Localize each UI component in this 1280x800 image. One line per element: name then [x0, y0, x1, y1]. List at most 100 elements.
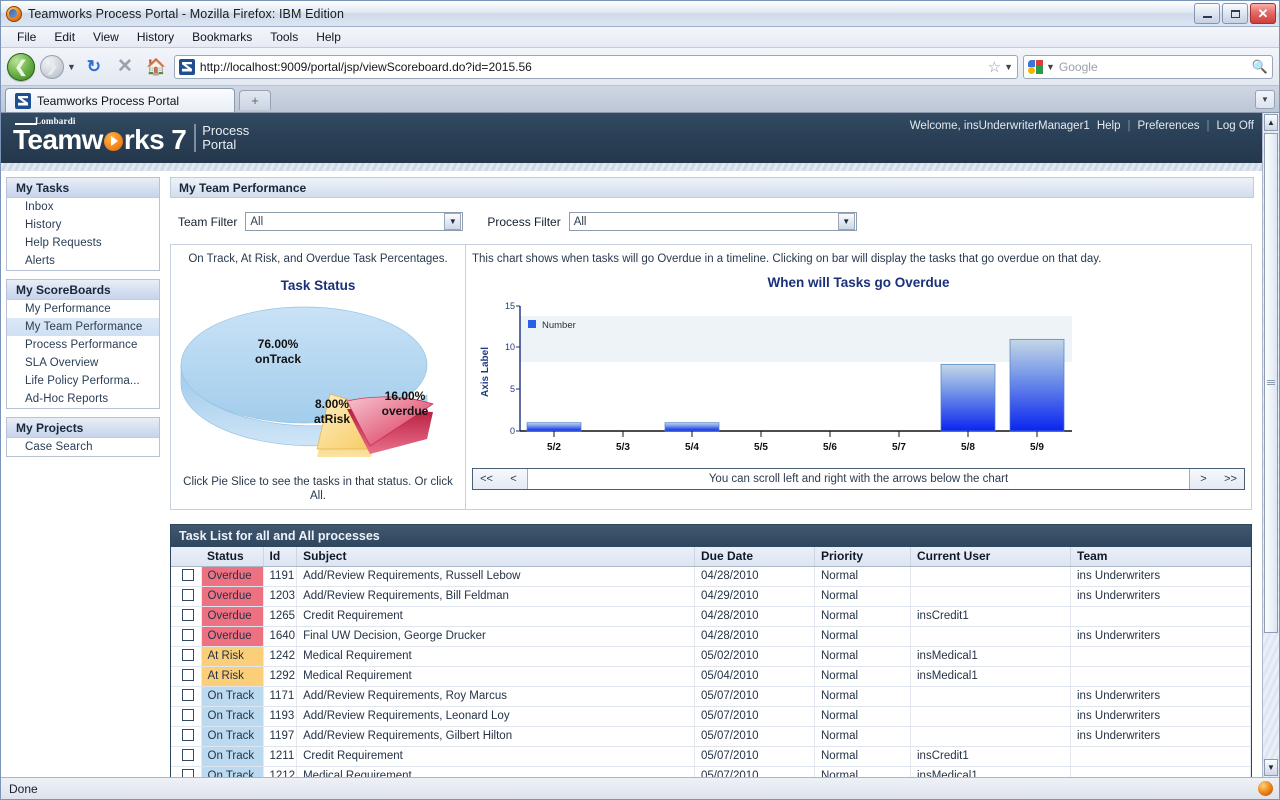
new-tab-button[interactable]: + [239, 90, 271, 110]
table-row[interactable]: Overdue 1203 Add/Review Requirements, Bill… [171, 586, 1251, 607]
table-row[interactable]: Overdue 1640 Final UW Decision, George Dru… [171, 626, 1251, 647]
chevron-down-icon[interactable]: ▼ [444, 213, 462, 230]
scroll-down-icon[interactable]: ▼ [1264, 759, 1278, 776]
sidebar-item-sla-overview[interactable]: SLA Overview [7, 354, 159, 372]
chart-scroll-next-button[interactable]: > [1190, 469, 1217, 489]
row-checkbox[interactable] [182, 588, 195, 601]
page-scrollbar[interactable]: ▲ ▼ [1262, 113, 1279, 777]
cell-subject[interactable]: Medical Requirement [296, 766, 695, 777]
column-subject[interactable]: Subject [296, 547, 695, 567]
table-row[interactable]: Overdue 1265 Credit Requirement 04/28/2010 N… [171, 606, 1251, 627]
sidebar-item-my-team-performance[interactable]: My Team Performance [7, 318, 159, 336]
row-checkbox-cell[interactable] [171, 646, 202, 667]
row-checkbox[interactable] [182, 708, 195, 721]
bookmark-star-icon[interactable]: ☆ [988, 58, 1001, 76]
column-current-user[interactable]: Current User [910, 547, 1071, 567]
preferences-link[interactable]: Preferences [1137, 120, 1199, 132]
search-bar[interactable]: ▼ Google 🔍 [1023, 54, 1273, 79]
search-input[interactable]: Google [1059, 60, 1248, 74]
row-checkbox-cell[interactable] [171, 706, 202, 727]
row-checkbox-cell[interactable] [171, 566, 202, 587]
chart-scroll-last-button[interactable]: >> [1217, 469, 1244, 489]
search-magnifier-icon[interactable]: 🔍 [1252, 59, 1268, 75]
cell-subject[interactable]: Add/Review Requirements, Leonard Loy [296, 706, 695, 727]
chart-scroll-first-button[interactable]: << [473, 469, 500, 489]
home-icon[interactable]: 🏠 [143, 54, 169, 80]
table-row[interactable]: Overdue 1191 Add/Review Requirements, Russ… [171, 566, 1251, 587]
row-checkbox-cell[interactable] [171, 686, 202, 707]
search-engine-dropdown-icon[interactable]: ▼ [1046, 62, 1055, 72]
cell-subject[interactable]: Add/Review Requirements, Russell Lebow [296, 566, 695, 587]
sidebar-item-alerts[interactable]: Alerts [7, 252, 159, 270]
stop-icon[interactable]: ✕ [112, 54, 138, 80]
reload-icon[interactable]: ↻ [81, 54, 107, 80]
sidebar-item-life-policy-performance[interactable]: Life Policy Performa... [7, 372, 159, 390]
row-checkbox[interactable] [182, 648, 195, 661]
team-filter-select[interactable]: All ▼ [245, 212, 464, 231]
help-link[interactable]: Help [1097, 120, 1121, 132]
menu-view[interactable]: View [85, 28, 127, 46]
chart-scroll-prev-button[interactable]: < [500, 469, 527, 489]
maximize-button[interactable] [1222, 3, 1248, 24]
cell-subject[interactable]: Credit Requirement [296, 606, 695, 627]
sidebar-item-inbox[interactable]: Inbox [7, 198, 159, 216]
column-team[interactable]: Team [1070, 547, 1251, 567]
row-checkbox[interactable] [182, 748, 195, 761]
row-checkbox[interactable] [182, 728, 195, 741]
row-checkbox[interactable] [182, 688, 195, 701]
row-checkbox-cell[interactable] [171, 606, 202, 627]
table-row[interactable]: On Track 1212 Medical Requirement 05/07/201… [171, 766, 1251, 777]
sidebar-item-history[interactable]: History [7, 216, 159, 234]
tab-teamworks-process-portal[interactable]: Teamworks Process Portal [5, 88, 235, 112]
row-checkbox-cell[interactable] [171, 626, 202, 647]
cell-subject[interactable]: Medical Requirement [296, 646, 695, 667]
cell-subject[interactable]: Medical Requirement [296, 666, 695, 687]
row-checkbox[interactable] [182, 768, 195, 777]
chevron-down-icon[interactable]: ▼ [837, 213, 855, 230]
cell-subject[interactable]: Add/Review Requirements, Bill Feldman [296, 586, 695, 607]
row-checkbox[interactable] [182, 668, 195, 681]
menu-tools[interactable]: Tools [262, 28, 306, 46]
row-checkbox-cell[interactable] [171, 586, 202, 607]
sidebar-item-help-requests[interactable]: Help Requests [7, 234, 159, 252]
sidebar-item-case-search[interactable]: Case Search [7, 438, 159, 456]
close-button[interactable]: ✕ [1250, 3, 1276, 24]
bar-chart-graphic[interactable]: 15 10 5 0 Axis Label Number 5/2 5/3 5/4 … [472, 294, 1245, 462]
cell-subject[interactable]: Add/Review Requirements, Roy Marcus [296, 686, 695, 707]
tab-list-chevron-icon[interactable]: ▼ [1255, 90, 1275, 109]
forward-icon[interactable]: ❯ [40, 54, 64, 79]
row-checkbox-cell[interactable] [171, 766, 202, 777]
row-checkbox[interactable] [182, 608, 195, 621]
scroll-up-icon[interactable]: ▲ [1264, 114, 1278, 131]
column-priority[interactable]: Priority [814, 547, 911, 567]
menu-help[interactable]: Help [308, 28, 349, 46]
table-row[interactable]: At Risk 1242 Medical Requirement 05/02/2010… [171, 646, 1251, 667]
row-checkbox[interactable] [182, 568, 195, 581]
column-status[interactable]: Status [201, 547, 264, 567]
cell-subject[interactable]: Credit Requirement [296, 746, 695, 767]
menu-edit[interactable]: Edit [46, 28, 83, 46]
cell-subject[interactable]: Final UW Decision, George Drucker [296, 626, 695, 647]
log-off-link[interactable]: Log Off [1216, 120, 1254, 132]
sidebar-item-my-performance[interactable]: My Performance [7, 300, 159, 318]
menu-file[interactable]: File [9, 28, 44, 46]
table-row[interactable]: At Risk 1292 Medical Requirement 05/04/2010… [171, 666, 1251, 687]
sidebar-item-process-performance[interactable]: Process Performance [7, 336, 159, 354]
sidebar-item-ad-hoc-reports[interactable]: Ad-Hoc Reports [7, 390, 159, 408]
table-row[interactable]: On Track 1211 Credit Requirement 05/07/2010… [171, 746, 1251, 767]
history-dropdown-icon[interactable]: ▼ [67, 62, 76, 72]
minimize-button[interactable] [1194, 3, 1220, 24]
cell-subject[interactable]: Add/Review Requirements, Gilbert Hilton [296, 726, 695, 747]
row-checkbox-cell[interactable] [171, 726, 202, 747]
row-checkbox[interactable] [182, 628, 195, 641]
urlbar-dropdown-icon[interactable]: ▼ [1004, 62, 1013, 72]
menu-history[interactable]: History [129, 28, 182, 46]
row-checkbox-cell[interactable] [171, 746, 202, 767]
column-id[interactable]: Id [263, 547, 298, 567]
back-icon[interactable]: ❮ [7, 52, 35, 81]
table-row[interactable]: On Track 1193 Add/Review Requirements, Leo… [171, 706, 1251, 727]
column-due-date[interactable]: Due Date [694, 547, 815, 567]
table-row[interactable]: On Track 1171 Add/Review Requirements, Roy… [171, 686, 1251, 707]
scrollbar-thumb[interactable] [1264, 133, 1278, 633]
address-bar[interactable]: http://localhost:9009/portal/jsp/viewSco… [173, 54, 1018, 79]
